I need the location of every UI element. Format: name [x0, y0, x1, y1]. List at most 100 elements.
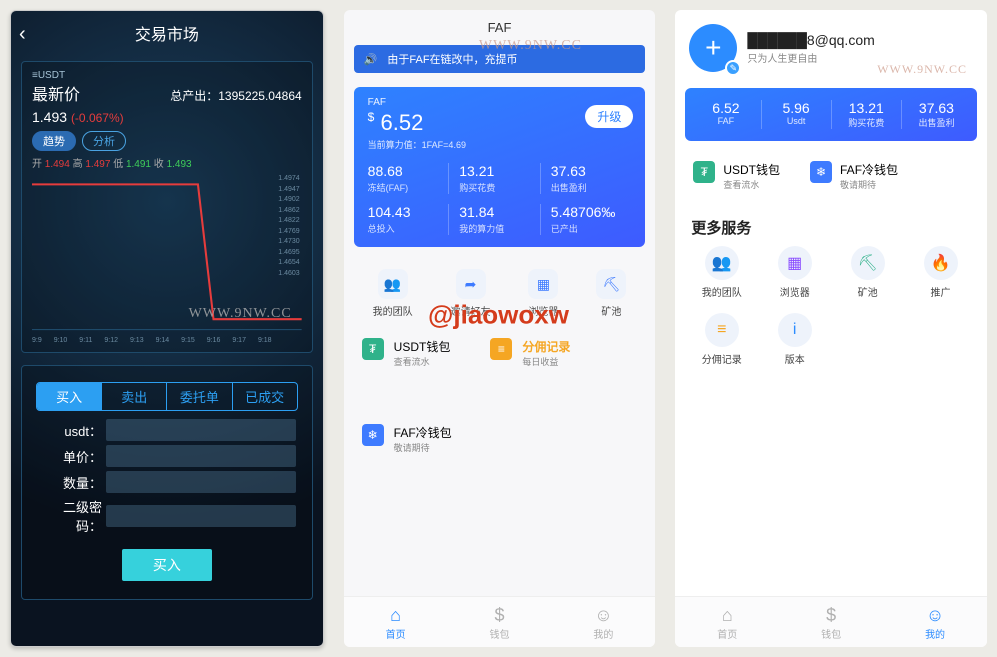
nav-icon: ☺ — [551, 605, 655, 626]
tab-sell[interactable]: 卖出 — [102, 383, 167, 410]
list-item[interactable]: ❄ FAF冷钱包敬请期待 — [362, 416, 452, 462]
order-tabs: 买入 卖出 委托单 已成交 — [36, 382, 298, 411]
nav-icon: $ — [779, 605, 883, 626]
watermark-text: WWW.9NW.CC — [877, 62, 967, 77]
page-header: ‹ 交易市场 — [11, 11, 323, 55]
service-矿池[interactable]: ⛏ 矿池 — [831, 246, 904, 299]
price-box: ≡USDT 最新价 总产出：1395225.04864 1.493 (-0.06… — [21, 61, 313, 353]
page-title: 交易市场 — [135, 21, 199, 45]
service-icon: ▦ — [778, 246, 812, 280]
nav-icon: ⌂ — [344, 605, 448, 626]
list-icon: ≡ — [490, 338, 512, 360]
home-panel: FAF WWW.9NW.CC 🔊 由于FAF在链改中，充提币 FAF $ 6.5… — [344, 10, 656, 647]
pair-label: ≡USDT — [32, 70, 302, 81]
action-icon: ⛏ — [596, 269, 626, 299]
stat-cell: 6.52FAF — [691, 100, 760, 129]
pwd-input[interactable] — [106, 505, 296, 527]
stats-card: 6.52FAF5.96Usdt13.21购买花费37.63出售盈利 — [685, 88, 977, 141]
wallet-item[interactable]: ❄ FAF冷钱包敬请期待 — [810, 161, 898, 191]
nav-我的[interactable]: ☺我的 — [883, 605, 987, 641]
stat-cell: 104.43总投入 — [368, 204, 449, 235]
total-output: 总产出：1395225.04864 — [170, 87, 301, 104]
tab-orders[interactable]: 委托单 — [167, 383, 232, 410]
service-icon: 🔥 — [924, 246, 958, 280]
stat-cell: 88.68冻结(FAF) — [368, 163, 449, 194]
tab-buy[interactable]: 买入 — [37, 383, 102, 410]
field-qty: 数量： — [38, 471, 296, 493]
field-pwd: 二级密码： — [38, 497, 296, 535]
profile-panel: + ✎ ██████8@qq.com 只为人生更自由 WWW.9NW.CC 6.… — [675, 10, 987, 647]
user-slogan: 只为人生更自由 — [747, 50, 874, 65]
nav-首页[interactable]: ⌂首页 — [675, 605, 779, 641]
action-邀请好友[interactable]: ➦邀请好友 — [451, 269, 491, 318]
order-form: 买入 卖出 委托单 已成交 usdt： 单价： 数量： 二级密码： 买入 — [21, 365, 313, 600]
stat-cell: 31.84我的算力值 — [448, 204, 540, 235]
service-推广[interactable]: 🔥 推广 — [904, 246, 977, 299]
list-icon: ❄ — [362, 424, 384, 446]
profile-header: + ✎ ██████8@qq.com 只为人生更自由 WWW.9NW.CC — [675, 10, 987, 82]
stats-row-1: 88.68冻结(FAF)13.21购买花费37.63出售盈利 — [368, 163, 632, 194]
back-icon[interactable]: ‹ — [19, 23, 26, 46]
avatar[interactable]: + ✎ — [689, 24, 737, 72]
action-icon: ▦ — [528, 269, 558, 299]
chart-mode-tabs: 趋势 分析 — [32, 131, 302, 151]
edit-icon[interactable]: ✎ — [725, 60, 741, 76]
nav-我的[interactable]: ☺我的 — [551, 605, 655, 641]
qty-input[interactable] — [106, 471, 296, 493]
bottom-nav: ⌂首页$钱包☺我的 — [344, 596, 656, 647]
list-icon: ₮ — [362, 338, 384, 360]
nav-首页[interactable]: ⌂首页 — [344, 605, 448, 641]
stat-cell: 13.21购买花费 — [448, 163, 540, 194]
action-icon: 👥 — [378, 269, 408, 299]
stat-cell: 5.96Usdt — [761, 100, 831, 129]
quick-actions: 👥我的团队 ➦邀请好友 ▦浏览器 ⛏矿池 — [354, 269, 646, 318]
watermark-text: WWW.9NW.CC — [189, 306, 292, 322]
action-我的团队[interactable]: 👥我的团队 — [373, 269, 413, 318]
list-item[interactable]: ₮ USDT钱包查看流水 — [362, 330, 451, 376]
price-chart: 1.49741.49471.49021.48621.48221.47691.47… — [32, 174, 302, 344]
stat-cell: 37.63出售盈利 — [540, 163, 632, 194]
feature-list: ₮ USDT钱包查看流水 ≡ 分佣记录每日收益 ❄ FAF冷钱包敬请期待 — [362, 330, 638, 462]
wallet-icon: ₮ — [693, 161, 715, 183]
stat-cell: 37.63出售盈利 — [901, 100, 971, 129]
service-icon: 👥 — [705, 246, 739, 280]
chart-y-ticks: 1.49741.49471.49021.48621.48221.47691.47… — [278, 174, 299, 279]
action-icon: ➦ — [456, 269, 486, 299]
service-浏览器[interactable]: ▦ 浏览器 — [758, 246, 831, 299]
services-grid: 👥 我的团队 ▦ 浏览器 ⛏ 矿池 🔥 推广 ≡ 分佣记录 i 版本 — [685, 246, 977, 380]
tab-trend[interactable]: 趋势 — [32, 131, 76, 151]
service-icon: ≡ — [705, 313, 739, 347]
nav-钱包[interactable]: $钱包 — [779, 605, 883, 641]
price-input[interactable] — [106, 445, 296, 467]
stat-cell: 13.21购买花费 — [831, 100, 901, 129]
chart-x-ticks: 9:99:109:119:129:139:149:159:169:179:18 — [32, 337, 272, 344]
watermark-text: WWW.9NW.CC — [479, 38, 582, 54]
user-email: ██████8@qq.com — [747, 32, 874, 48]
wallet-icon: ❄ — [810, 161, 832, 183]
usdt-input[interactable] — [106, 419, 296, 441]
user-block: ██████8@qq.com 只为人生更自由 — [747, 32, 874, 65]
upgrade-button[interactable]: 升级 — [585, 105, 633, 128]
price-value: 1.493 (-0.067%) — [32, 109, 302, 125]
service-icon: i — [778, 313, 812, 347]
service-分佣记录[interactable]: ≡ 分佣记录 — [685, 313, 758, 366]
wallet-item[interactable]: ₮ USDT钱包查看流水 — [693, 161, 780, 191]
nav-icon: ⌂ — [675, 605, 779, 626]
service-版本[interactable]: i 版本 — [758, 313, 831, 366]
tab-analysis[interactable]: 分析 — [82, 131, 126, 151]
action-矿池[interactable]: ⛏矿池 — [596, 269, 626, 318]
tab-done[interactable]: 已成交 — [233, 383, 297, 410]
ohlc-row: 开 1.494 高 1.497 低 1.491 收 1.493 — [32, 155, 302, 170]
field-price: 单价： — [38, 445, 296, 467]
section-title: 更多服务 — [691, 217, 971, 238]
list-item[interactable]: ≡ 分佣记录每日收益 — [490, 330, 570, 376]
balance-card: FAF $ 6.52 升级 当前算力值：1FAF=4.69 88.68冻结(FA… — [354, 87, 646, 247]
volume-icon: 🔊 — [364, 53, 378, 66]
action-浏览器[interactable]: ▦浏览器 — [528, 269, 558, 318]
nav-钱包[interactable]: $钱包 — [448, 605, 552, 641]
buy-button[interactable]: 买入 — [122, 549, 212, 581]
service-我的团队[interactable]: 👥 我的团队 — [685, 246, 758, 299]
trading-panel: ‹ 交易市场 ≡USDT 最新价 总产出：1395225.04864 1.493… — [10, 10, 324, 647]
wallets-row: ₮ USDT钱包查看流水 ❄ FAF冷钱包敬请期待 — [693, 161, 969, 191]
latest-price-label: 最新价 — [32, 81, 80, 105]
